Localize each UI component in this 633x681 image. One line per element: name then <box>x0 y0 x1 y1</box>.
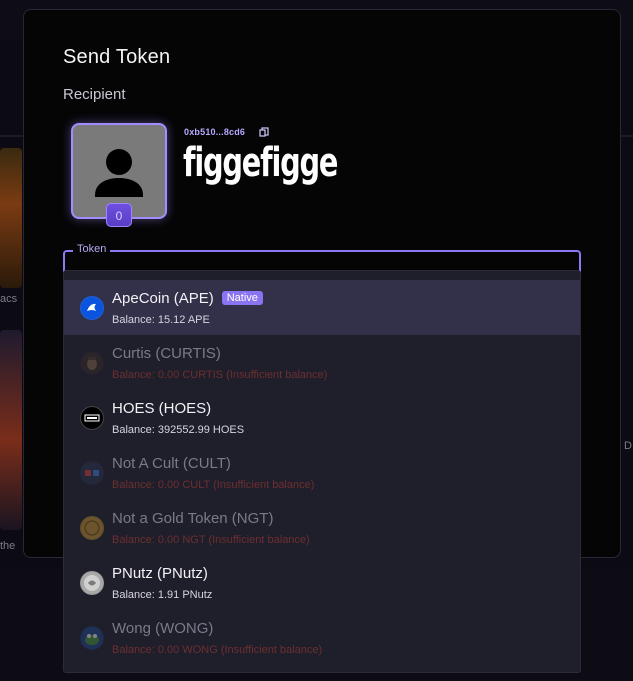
pnutz-icon <box>80 571 104 595</box>
hoes-icon <box>80 406 104 430</box>
copy-icon[interactable] <box>259 127 269 137</box>
background-artwork-2 <box>0 330 22 530</box>
token-option-ngt[interactable]: Not a Gold Token (NGT) Balance: 0.00 NGT… <box>64 500 580 555</box>
token-name: Curtis (CURTIS) <box>112 345 221 362</box>
token-name: ApeCoin (APE) <box>112 290 214 307</box>
recipient-handle: figgefigge <box>183 140 338 186</box>
token-option-hoes[interactable]: HOES (HOES) Balance: 392552.99 HOES <box>64 390 580 445</box>
apecoin-icon <box>80 296 104 320</box>
background-text-2: the <box>0 540 16 552</box>
cult-icon <box>80 461 104 485</box>
token-field-label: Token <box>73 243 111 255</box>
token-name: Wong (WONG) <box>112 620 214 637</box>
token-balance: Balance: 1.91 PNutz <box>112 589 213 601</box>
token-option-curtis[interactable]: Curtis (CURTIS) Balance: 0.00 CURTIS (In… <box>64 335 580 390</box>
token-option-cult[interactable]: Not A Cult (CULT) Balance: 0.00 CULT (In… <box>64 445 580 500</box>
token-name: Not a Gold Token (NGT) <box>112 510 274 527</box>
avatar-badge: 0 <box>106 203 132 227</box>
token-balance: Balance: 0.00 CULT (Insufficient balance… <box>112 479 315 491</box>
token-name: PNutz (PNutz) <box>112 565 208 582</box>
ngt-icon <box>80 516 104 540</box>
dialog-title: Send Token <box>63 46 171 68</box>
background-text-3: D <box>624 440 632 452</box>
wong-icon <box>80 626 104 650</box>
token-balance: Balance: 0.00 NGT (Insufficient balance) <box>112 534 310 546</box>
token-balance: Balance: 0.00 CURTIS (Insufficient balan… <box>112 369 328 381</box>
token-option-ape[interactable]: ApeCoin (APE) Native Balance: 15.12 APE <box>64 280 580 335</box>
background-text: acs <box>0 293 18 305</box>
token-balance: Balance: 392552.99 HOES <box>112 424 245 436</box>
token-option-pnutz[interactable]: PNutz (PNutz) Balance: 1.91 PNutz <box>64 555 580 610</box>
token-option-wong[interactable]: Wong (WONG) Balance: 0.00 WONG (Insuffic… <box>64 610 580 665</box>
token-name: Not A Cult (CULT) <box>112 455 231 472</box>
token-dropdown-list: ApeCoin (APE) Native Balance: 15.12 APE C… <box>63 270 581 673</box>
token-balance: Balance: 0.00 WONG (Insufficient balance… <box>112 644 323 656</box>
recipient-label: Recipient <box>63 86 126 103</box>
recipient-address: 0xb510...8cd6 <box>184 127 246 137</box>
token-name: HOES (HOES) <box>112 400 212 417</box>
background-artwork <box>0 148 22 288</box>
curtis-icon <box>80 351 104 375</box>
native-badge: Native <box>221 291 263 305</box>
token-balance: Balance: 15.12 APE <box>112 314 210 326</box>
